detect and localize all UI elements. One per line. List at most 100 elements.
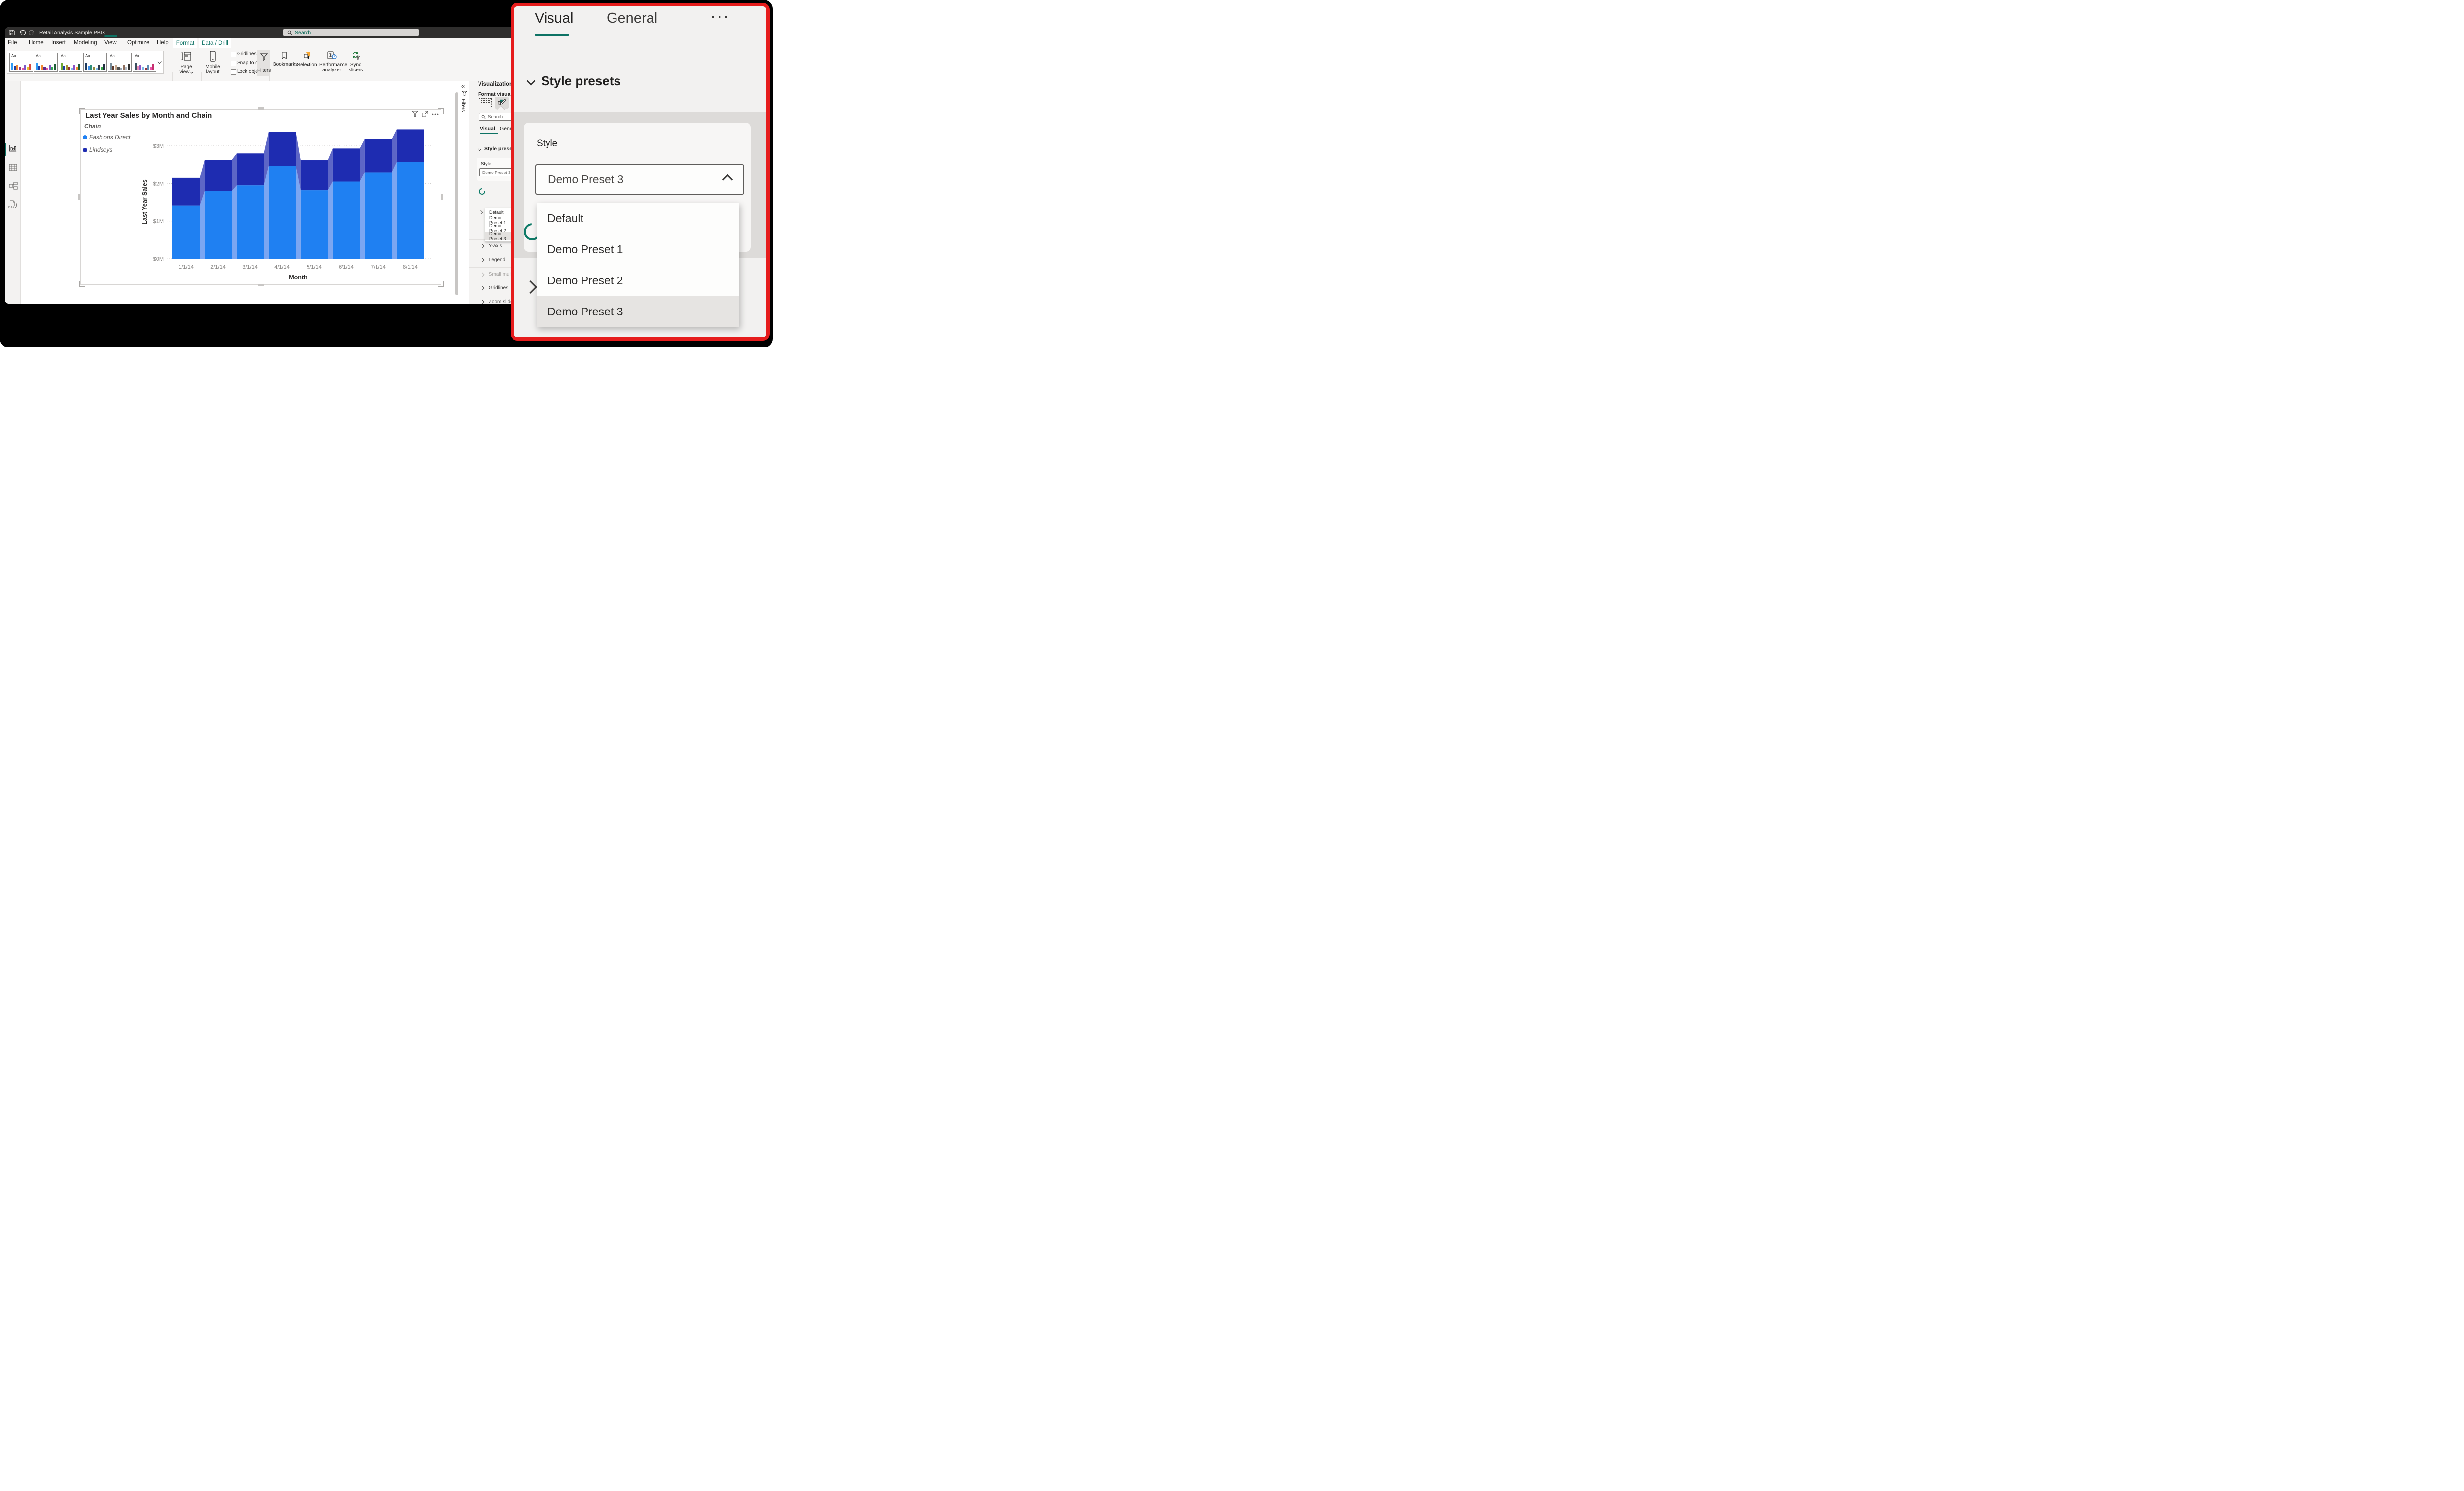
vertical-scrollbar[interactable] bbox=[455, 92, 458, 295]
theme-thumbnail[interactable]: Aa bbox=[83, 53, 107, 72]
lock-objects-checkbox[interactable] bbox=[231, 69, 236, 75]
filter-icon bbox=[260, 53, 268, 61]
chevron-right-icon bbox=[480, 286, 484, 290]
selection-icon bbox=[303, 51, 311, 60]
theme-thumbnail[interactable]: Aa bbox=[59, 53, 82, 72]
more-options-icon[interactable] bbox=[432, 113, 439, 115]
chevron-down-icon bbox=[526, 76, 535, 85]
legend-label: Lindseys bbox=[89, 146, 112, 153]
style-option-demo-preset-1[interactable]: Demo Preset 1 bbox=[537, 234, 739, 265]
active-tab-underline bbox=[535, 34, 569, 36]
svg-text:1/1/14: 1/1/14 bbox=[178, 264, 194, 270]
search-icon bbox=[287, 30, 292, 35]
gridlines-checkbox-label: Gridlines bbox=[237, 51, 256, 57]
chevron-right-icon bbox=[480, 258, 484, 262]
style-dropdown[interactable]: Demo Preset 3 bbox=[479, 168, 513, 176]
chevron-up-icon bbox=[722, 174, 733, 184]
svg-text:$0M: $0M bbox=[153, 256, 164, 262]
window-title: Retail Analysis Sample PBIX bbox=[39, 30, 105, 35]
chevron-down-icon bbox=[478, 147, 481, 150]
theme-thumbnail[interactable]: Aa bbox=[133, 53, 156, 72]
legend-item[interactable]: Lindseys bbox=[83, 146, 112, 153]
chevron-down-icon[interactable] bbox=[158, 60, 162, 64]
format-visual-icon bbox=[497, 99, 507, 107]
redo-icon[interactable] bbox=[29, 29, 35, 35]
filter-icon[interactable] bbox=[412, 111, 418, 117]
filter-icon bbox=[462, 91, 467, 96]
focus-mode-icon[interactable] bbox=[422, 111, 428, 117]
theme-thumbnail[interactable]: Aa bbox=[9, 53, 33, 72]
dax-query-view-icon[interactable]: DAX bbox=[8, 200, 18, 209]
theme-thumbnail[interactable]: Aa bbox=[34, 53, 58, 72]
pane-search-input[interactable]: Search bbox=[479, 113, 515, 121]
style-option-demo-preset-3[interactable]: Demo Preset 3 bbox=[537, 296, 739, 327]
more-options-icon[interactable]: ··· bbox=[711, 9, 731, 25]
performance-analyzer-icon bbox=[327, 51, 337, 60]
mobile-layout-icon bbox=[209, 51, 216, 62]
svg-text:$1M: $1M bbox=[153, 219, 164, 225]
collapse-icon[interactable]: « bbox=[461, 82, 465, 90]
resize-handle-bottom[interactable] bbox=[258, 284, 264, 286]
legend-item[interactable]: Fashions Direct bbox=[83, 134, 130, 140]
data-view-icon[interactable] bbox=[9, 164, 17, 171]
sync-slicers-pane-button[interactable]: Sync slicers bbox=[346, 50, 366, 73]
selection-corner bbox=[79, 281, 85, 287]
chevron-right-icon bbox=[480, 272, 484, 276]
build-visual-icon[interactable] bbox=[479, 98, 492, 107]
tab-visual[interactable]: Visual bbox=[480, 126, 495, 132]
page-view-button[interactable]: Page view bbox=[176, 51, 196, 75]
menu-home[interactable]: Home bbox=[29, 40, 44, 46]
gridlines-checkbox[interactable] bbox=[231, 52, 236, 57]
menu-optimize[interactable]: Optimize bbox=[127, 40, 149, 46]
page-view-icon bbox=[181, 51, 192, 62]
style-label: Style bbox=[481, 161, 491, 167]
legend-title: Chain bbox=[84, 123, 101, 130]
menu-file[interactable]: File bbox=[8, 40, 17, 46]
view-sidebar: DAX bbox=[5, 81, 21, 304]
resize-handle-top[interactable] bbox=[258, 107, 264, 110]
active-tab-underline bbox=[480, 133, 498, 134]
filters-pane-button[interactable]: Filters bbox=[257, 50, 270, 76]
mobile-layout-button[interactable]: Mobile layout bbox=[202, 51, 224, 75]
style-option-default[interactable]: Default bbox=[537, 203, 739, 234]
style-dropdown[interactable]: Demo Preset 3 bbox=[535, 164, 744, 195]
style-label: Style bbox=[537, 139, 557, 149]
svg-text:Last Year Sales: Last Year Sales bbox=[141, 179, 148, 225]
menu-view[interactable]: View bbox=[104, 40, 117, 46]
tab-general[interactable]: General bbox=[607, 10, 657, 27]
selection-pane-button[interactable]: Selection bbox=[297, 50, 317, 68]
model-view-icon[interactable] bbox=[9, 182, 18, 190]
snap-to-grid-checkbox[interactable] bbox=[231, 61, 236, 66]
report-view-icon[interactable] bbox=[9, 144, 17, 152]
resize-handle-left[interactable] bbox=[78, 194, 80, 200]
sync-slicers-icon bbox=[352, 51, 360, 60]
themes-gallery[interactable]: Aa Aa Aa Aa Aa Aa bbox=[7, 51, 164, 74]
style-presets-header[interactable]: Style presets bbox=[528, 73, 621, 89]
theme-thumbnail[interactable]: Aa bbox=[108, 53, 132, 72]
bookmarks-pane-button[interactable]: Bookmarks bbox=[273, 50, 296, 67]
menu-data-drill[interactable]: Data / Drill bbox=[199, 38, 231, 48]
visual-header bbox=[412, 111, 439, 117]
performance-analyzer-pane-button[interactable]: Performance analyzer bbox=[319, 50, 344, 73]
menu-insert[interactable]: Insert bbox=[51, 40, 66, 46]
svg-text:DAX: DAX bbox=[8, 206, 15, 209]
search-input[interactable]: Search bbox=[283, 29, 419, 36]
selection-corner bbox=[79, 108, 85, 114]
filters-pane-title[interactable]: Filters bbox=[460, 99, 466, 112]
style-option-demo-preset-3[interactable]: Demo Preset 3 bbox=[485, 232, 514, 240]
reset-icon[interactable] bbox=[478, 187, 486, 196]
menu-help[interactable]: Help bbox=[157, 40, 169, 46]
style-option-demo-preset-2[interactable]: Demo Preset 2 bbox=[537, 265, 739, 296]
save-icon[interactable] bbox=[9, 30, 15, 35]
menu-format[interactable]: Format bbox=[173, 38, 197, 48]
svg-text:4/1/14: 4/1/14 bbox=[274, 264, 290, 270]
legend-dot bbox=[83, 148, 87, 152]
tab-visual[interactable]: Visual bbox=[535, 10, 573, 27]
search-placeholder: Search bbox=[295, 30, 311, 35]
svg-text:2/1/14: 2/1/14 bbox=[210, 264, 226, 270]
search-icon bbox=[481, 115, 486, 119]
chevron-down-icon bbox=[190, 71, 193, 74]
menu-modeling[interactable]: Modeling bbox=[74, 40, 97, 46]
chevron-right-icon bbox=[479, 210, 483, 214]
undo-icon[interactable] bbox=[19, 29, 26, 35]
